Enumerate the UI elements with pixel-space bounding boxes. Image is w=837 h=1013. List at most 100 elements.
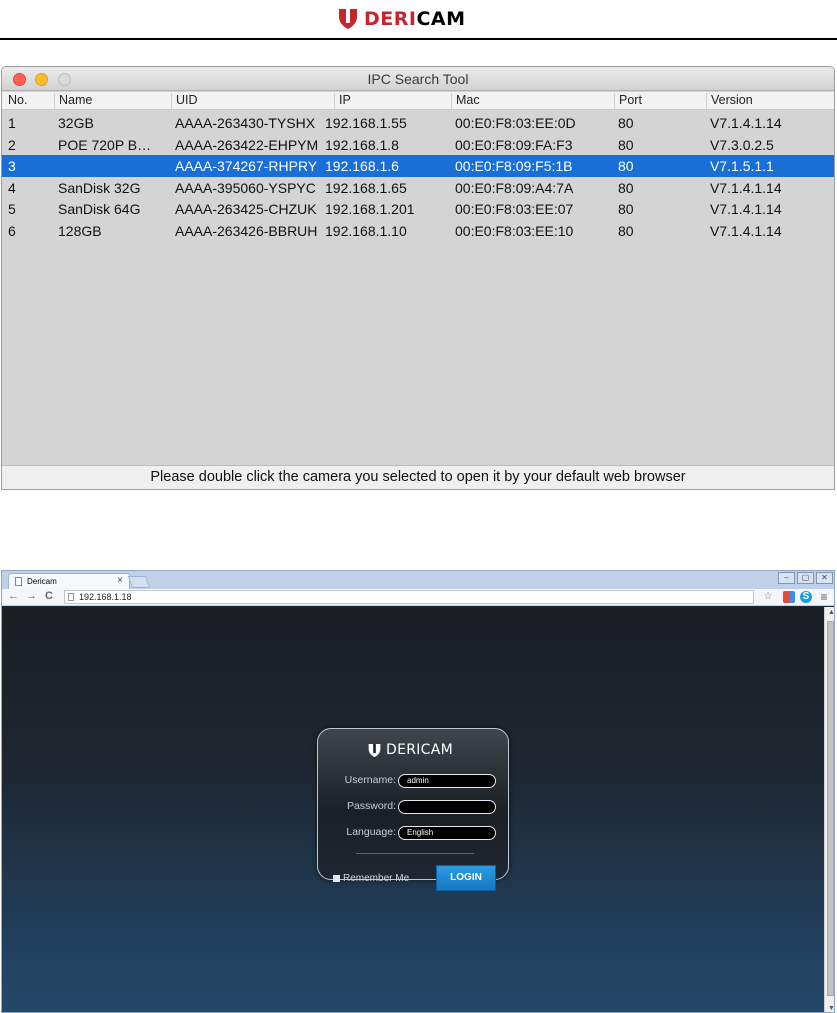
table-row[interactable]: 1 32GB AAAA-263430-TYSHX 192.168.1.55 00…	[2, 112, 834, 134]
username-field[interactable]: admin	[398, 774, 496, 788]
cell-uid: AAAA-263426-BBRUH	[175, 222, 318, 239]
logo-text: DERICAM	[364, 8, 466, 30]
cell-name: 128GB	[58, 222, 102, 239]
forward-arrow-icon[interactable]: →	[26, 590, 37, 602]
cell-no: 1	[8, 115, 16, 131]
extension-icon[interactable]	[783, 591, 795, 603]
document-header: DERICAM	[0, 0, 837, 40]
cell-ip: 192.168.1.201	[325, 201, 415, 217]
new-tab-button[interactable]	[127, 576, 151, 588]
tab-title: Dericam	[27, 577, 57, 586]
cell-no: 6	[8, 222, 16, 239]
column-header-version[interactable]: Version	[706, 93, 753, 109]
scrollbar-thumb[interactable]	[827, 621, 834, 996]
cell-mac: 00:E0:F8:09:F5:1B	[455, 158, 573, 174]
cell-port: 80	[618, 158, 634, 174]
menu-icon[interactable]: ≡	[818, 591, 830, 603]
username-label: Username:	[344, 774, 396, 786]
cell-uid: AAAA-395060-YSPYC	[175, 179, 316, 196]
cell-port: 80	[618, 179, 634, 196]
cell-mac: 00:E0:F8:09:A4:7A	[455, 179, 574, 196]
cell-version: V7.1.4.1.14	[710, 201, 782, 217]
cell-port: 80	[618, 222, 634, 239]
cell-ip: 192.168.1.65	[325, 179, 407, 196]
star-icon[interactable]: ☆	[762, 591, 774, 603]
cell-port: 80	[618, 201, 634, 217]
logo-text-red: DERI	[364, 8, 417, 30]
cell-ip: 192.168.1.10	[325, 222, 407, 239]
table-row-selected[interactable]: 3 AAAA-374267-RHPRY 192.168.1.6 00:E0:F8…	[2, 155, 834, 177]
scroll-down-icon[interactable]: ▼	[828, 1005, 834, 1012]
browser-tab-dericam[interactable]: Dericam ×	[8, 573, 130, 589]
cell-version: V7.1.4.1.14	[710, 115, 782, 131]
close-icon[interactable]: ✕	[816, 572, 833, 584]
password-field[interactable]	[398, 800, 496, 814]
table-row[interactable]: 2 POE 720P B… AAAA-263422-EHPYM 192.168.…	[2, 134, 834, 156]
remember-me-checkbox[interactable]: Remember Me	[333, 873, 409, 884]
login-logo: DERICAM	[368, 742, 453, 758]
cell-no: 2	[8, 136, 16, 153]
cell-ip: 192.168.1.6	[325, 158, 399, 174]
cell-uid: AAAA-263422-EHPYM	[175, 136, 319, 153]
cell-port: 80	[618, 136, 634, 153]
login-panel: DERICAM Username: admin Password: Langua…	[317, 728, 509, 880]
table-header: No. Name UID IP Mac Port Version	[2, 92, 834, 110]
login-brand-text: DERICAM	[386, 742, 454, 758]
ipc-search-tool-window: IPC Search Tool No. Name UID IP Mac Port…	[1, 66, 835, 490]
cell-version: V7.1.4.1.14	[710, 179, 782, 196]
cell-uid: AAAA-263425-CHZUK	[175, 201, 317, 217]
maximize-icon[interactable]: ▢	[797, 572, 814, 584]
password-label: Password:	[346, 800, 396, 812]
cell-no: 5	[8, 201, 16, 217]
column-header-name[interactable]: Name	[54, 93, 92, 109]
cell-uid: AAAA-374267-RHPRY	[175, 158, 318, 174]
checkbox-icon[interactable]	[333, 875, 340, 882]
window-titlebar[interactable]: IPC Search Tool	[2, 67, 834, 91]
tab-close-icon[interactable]: ×	[117, 575, 123, 586]
language-label: Language:	[346, 826, 396, 838]
address-bar[interactable]: 192.168.1.18	[64, 590, 754, 604]
browser-toolbar: ← → C 192.168.1.18 ☆ S ≡	[2, 589, 834, 606]
column-header-mac[interactable]: Mac	[451, 93, 480, 109]
tab-strip: Dericam × – ▢ ✕	[2, 571, 834, 589]
scroll-up-icon[interactable]: ▲	[828, 609, 834, 616]
cell-version: V7.1.5.1.1	[710, 158, 774, 174]
table-row[interactable]: 5 SanDisk 64G AAAA-263425-CHZUK 192.168.…	[2, 198, 834, 220]
cell-no: 3	[8, 158, 16, 174]
panel-divider	[356, 853, 474, 854]
column-header-ip[interactable]: IP	[334, 93, 351, 109]
column-header-no[interactable]: No.	[4, 93, 27, 109]
cell-version: V7.3.0.2.5	[710, 136, 774, 153]
status-message: Please double click the camera you selec…	[2, 465, 834, 489]
column-header-uid[interactable]: UID	[171, 93, 198, 109]
back-arrow-icon[interactable]: ←	[8, 590, 19, 602]
table-row[interactable]: 4 SanDisk 32G AAAA-395060-YSPYC 192.168.…	[2, 177, 834, 199]
header-divider	[0, 38, 837, 40]
cell-ip: 192.168.1.8	[325, 136, 399, 153]
reload-icon[interactable]: C	[45, 590, 53, 602]
cell-name: SanDisk 64G	[58, 201, 141, 217]
cell-ip: 192.168.1.55	[325, 115, 407, 131]
cell-name: 32GB	[58, 115, 94, 131]
cell-mac: 00:E0:F8:03:EE:07	[455, 201, 574, 217]
camera-list: 1 32GB AAAA-263430-TYSHX 192.168.1.55 00…	[2, 112, 834, 241]
remember-me-label: Remember Me	[343, 873, 410, 884]
login-button[interactable]: LOGIN	[436, 865, 496, 891]
page-icon	[15, 577, 22, 586]
table-row[interactable]: 6 128GB AAAA-263426-BBRUH 192.168.1.10 0…	[2, 220, 834, 242]
column-header-port[interactable]: Port	[614, 93, 642, 109]
language-select[interactable]: English	[398, 826, 496, 840]
url-text: 192.168.1.18	[79, 592, 132, 602]
cell-mac: 00:E0:F8:09:FA:F3	[455, 136, 573, 153]
vertical-scrollbar[interactable]: ▲ ▼	[824, 607, 834, 1012]
cell-uid: AAAA-263430-TYSHX	[175, 115, 316, 131]
skype-icon[interactable]: S	[800, 591, 812, 603]
window-title: IPC Search Tool	[367, 71, 469, 87]
cell-mac: 00:E0:F8:03:EE:0D	[455, 115, 576, 131]
logo-text-black: CAM	[416, 8, 466, 30]
minimize-icon[interactable]: –	[778, 572, 795, 584]
shield-icon	[368, 743, 381, 757]
cell-name: SanDisk 32G	[58, 179, 141, 196]
cell-name: POE 720P B…	[58, 136, 152, 153]
shield-icon	[339, 9, 357, 29]
